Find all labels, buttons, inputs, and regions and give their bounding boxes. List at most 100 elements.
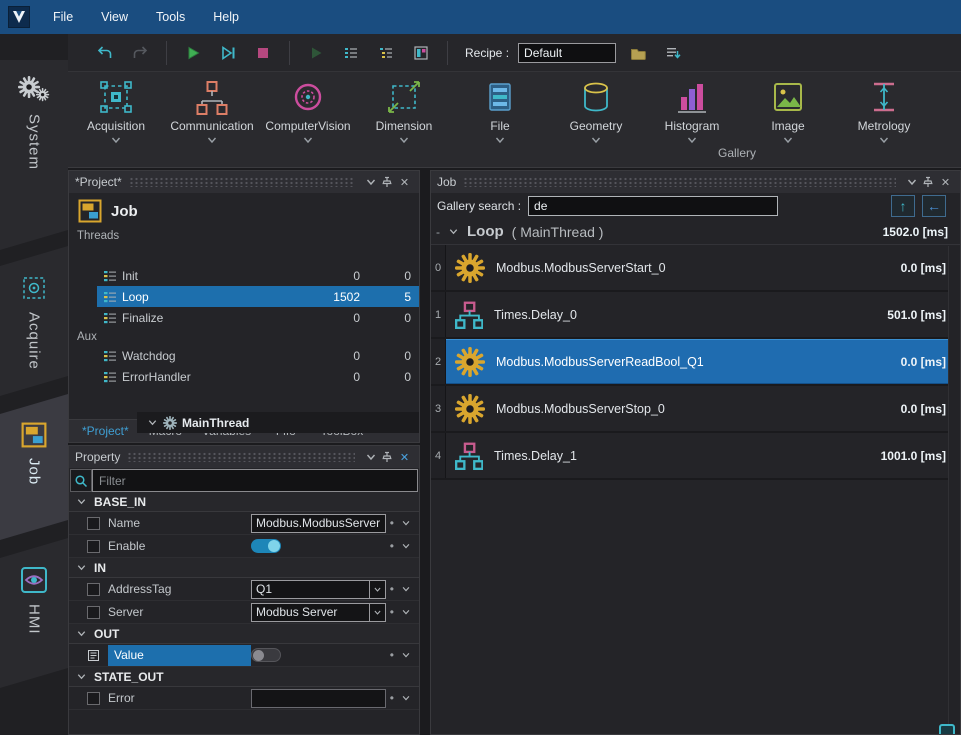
chevron-down-icon[interactable] bbox=[206, 134, 218, 146]
menu-view[interactable]: View bbox=[88, 6, 141, 28]
gallery-item-acquisition[interactable]: Acquisition bbox=[68, 72, 164, 150]
gallery-item-dimension[interactable]: Dimension bbox=[356, 72, 452, 150]
link-dot-icon[interactable]: • bbox=[390, 648, 394, 662]
value-toggle[interactable] bbox=[251, 648, 281, 662]
row-checkbox[interactable] bbox=[87, 517, 100, 530]
tree-row-watchdog[interactable]: Watchdog 0 0 bbox=[69, 345, 419, 366]
tree-row-loop[interactable]: Loop 1502 5 bbox=[69, 286, 419, 307]
move-up-button[interactable]: ↑ bbox=[891, 195, 915, 217]
job-scrollbar[interactable] bbox=[948, 246, 960, 734]
job-item-row[interactable]: 3 Modbus.ModbusServerStop_0 0.0 [ms] bbox=[431, 386, 960, 433]
row-checkbox[interactable] bbox=[87, 540, 100, 553]
panel-close-icon[interactable]: ✕ bbox=[937, 174, 954, 190]
recipe-input[interactable] bbox=[518, 43, 616, 63]
panel-pin-icon[interactable] bbox=[379, 449, 396, 465]
menu-tools[interactable]: Tools bbox=[143, 6, 198, 28]
panel-pin-icon[interactable] bbox=[920, 174, 937, 190]
section-in[interactable]: IN bbox=[69, 558, 419, 578]
menu-file[interactable]: File bbox=[40, 6, 86, 28]
sidebar-tab-hmi[interactable]: HMI bbox=[0, 538, 68, 688]
gallery-item-communication[interactable]: Communication bbox=[164, 72, 260, 150]
enable-toggle[interactable] bbox=[251, 539, 281, 553]
panel-drag-handle[interactable] bbox=[463, 177, 896, 187]
loop-group-header[interactable]: - Loop ( MainThread ) 1502.0 [ms] bbox=[431, 219, 960, 245]
addresstag-select[interactable]: Q1 bbox=[251, 580, 386, 599]
redo-button[interactable] bbox=[127, 40, 153, 66]
group-chevron-icon[interactable] bbox=[448, 226, 459, 237]
chevron-down-icon[interactable] bbox=[878, 134, 890, 146]
run-button[interactable] bbox=[180, 40, 206, 66]
job-item-row[interactable]: 1 Times.Delay_0 501.0 [ms] bbox=[431, 292, 960, 339]
row-chevron-icon[interactable] bbox=[401, 607, 411, 617]
panel-drag-handle[interactable] bbox=[129, 177, 355, 187]
gallery-item-histogram[interactable]: Histogram bbox=[644, 72, 740, 150]
row-checkbox[interactable] bbox=[87, 606, 100, 619]
panel-pin-icon[interactable] bbox=[379, 174, 396, 190]
row-checkbox[interactable] bbox=[87, 692, 100, 705]
panel-close-icon[interactable]: ✕ bbox=[396, 174, 413, 190]
job-item-row-selected[interactable]: 2 Modbus.ModbusServerReadBool_Q1 0.0 [ms… bbox=[431, 339, 960, 386]
recipe-list-button[interactable] bbox=[660, 40, 686, 66]
section-state-out[interactable]: STATE_OUT bbox=[69, 667, 419, 687]
chevron-down-icon[interactable] bbox=[110, 134, 122, 146]
link-dot-icon[interactable]: • bbox=[390, 539, 394, 553]
tab-project[interactable]: *Project* bbox=[74, 421, 137, 441]
run-once-button[interactable] bbox=[215, 40, 241, 66]
panel-layout-button[interactable] bbox=[408, 40, 434, 66]
stop-button[interactable] bbox=[250, 40, 276, 66]
link-dot-icon[interactable]: • bbox=[390, 516, 394, 530]
section-base-in[interactable]: BASE_IN bbox=[69, 492, 419, 512]
link-dot-icon[interactable]: • bbox=[390, 691, 394, 705]
back-button[interactable]: ← bbox=[922, 195, 946, 217]
panel-close-icon[interactable]: ✕ bbox=[396, 449, 413, 465]
undo-button[interactable] bbox=[92, 40, 118, 66]
sublist-view-button[interactable] bbox=[373, 40, 399, 66]
job-item-row[interactable]: 0 Modbus.ModbusServerStart_0 0.0 [ms] bbox=[431, 245, 960, 292]
panel-drag-handle[interactable] bbox=[127, 452, 355, 462]
open-recipe-button[interactable] bbox=[625, 40, 651, 66]
panel-menu-chevron-icon[interactable] bbox=[362, 174, 379, 190]
row-chevron-icon[interactable] bbox=[401, 541, 411, 551]
gallery-item-geometry[interactable]: Geometry bbox=[548, 72, 644, 150]
chevron-down-icon[interactable] bbox=[302, 134, 314, 146]
expander-chevron-icon[interactable] bbox=[147, 417, 158, 428]
chevron-down-icon[interactable] bbox=[494, 134, 506, 146]
error-value-field[interactable] bbox=[251, 689, 386, 708]
gallery-item-image[interactable]: Image bbox=[740, 72, 836, 150]
sidebar-tab-acquire[interactable]: Acquire bbox=[0, 246, 68, 396]
gallery-item-metrology[interactable]: Metrology bbox=[836, 72, 932, 150]
section-out[interactable]: OUT bbox=[69, 624, 419, 644]
link-dot-icon[interactable]: • bbox=[390, 605, 394, 619]
row-chevron-icon[interactable] bbox=[401, 518, 411, 528]
panel-menu-chevron-icon[interactable] bbox=[362, 449, 379, 465]
list-view-button[interactable] bbox=[338, 40, 364, 66]
server-select[interactable]: Modbus Server bbox=[251, 603, 386, 622]
sidebar-tab-system[interactable]: System bbox=[0, 60, 68, 250]
gallery-item-computervision[interactable]: ComputerVision bbox=[260, 72, 356, 150]
panel-menu-chevron-icon[interactable] bbox=[903, 174, 920, 190]
tree-row-init[interactable]: Init 0 0 bbox=[69, 265, 419, 286]
notification-icon[interactable] bbox=[939, 724, 955, 735]
panel-splitter[interactable] bbox=[420, 168, 430, 735]
step-run-button[interactable] bbox=[303, 40, 329, 66]
chevron-down-icon[interactable] bbox=[590, 134, 602, 146]
search-icon[interactable] bbox=[70, 469, 92, 492]
job-item-row[interactable]: 4 Times.Delay_1 1001.0 [ms] bbox=[431, 433, 960, 480]
row-chevron-icon[interactable] bbox=[401, 584, 411, 594]
tree-row-errorhandler[interactable]: ErrorHandler 0 0 bbox=[69, 366, 419, 387]
property-filter-input[interactable] bbox=[92, 469, 418, 492]
gallery-search-input[interactable] bbox=[528, 196, 778, 216]
chevron-down-icon[interactable] bbox=[782, 134, 794, 146]
menu-help[interactable]: Help bbox=[200, 6, 252, 28]
chevron-down-icon[interactable] bbox=[398, 134, 410, 146]
collapse-all-icon[interactable]: - bbox=[436, 225, 440, 239]
row-chevron-icon[interactable] bbox=[401, 693, 411, 703]
row-chevron-icon[interactable] bbox=[401, 650, 411, 660]
row-checkbox[interactable] bbox=[87, 583, 100, 596]
name-value-input[interactable]: Modbus.ModbusServer bbox=[251, 514, 386, 533]
tree-row-finalize[interactable]: Finalize 0 0 bbox=[69, 307, 419, 328]
link-dot-icon[interactable]: • bbox=[390, 582, 394, 596]
chevron-down-icon[interactable] bbox=[686, 134, 698, 146]
gallery-item-file[interactable]: File bbox=[452, 72, 548, 150]
tree-row-mainthread[interactable]: MainThread [ ms ] *Items* bbox=[137, 412, 420, 433]
